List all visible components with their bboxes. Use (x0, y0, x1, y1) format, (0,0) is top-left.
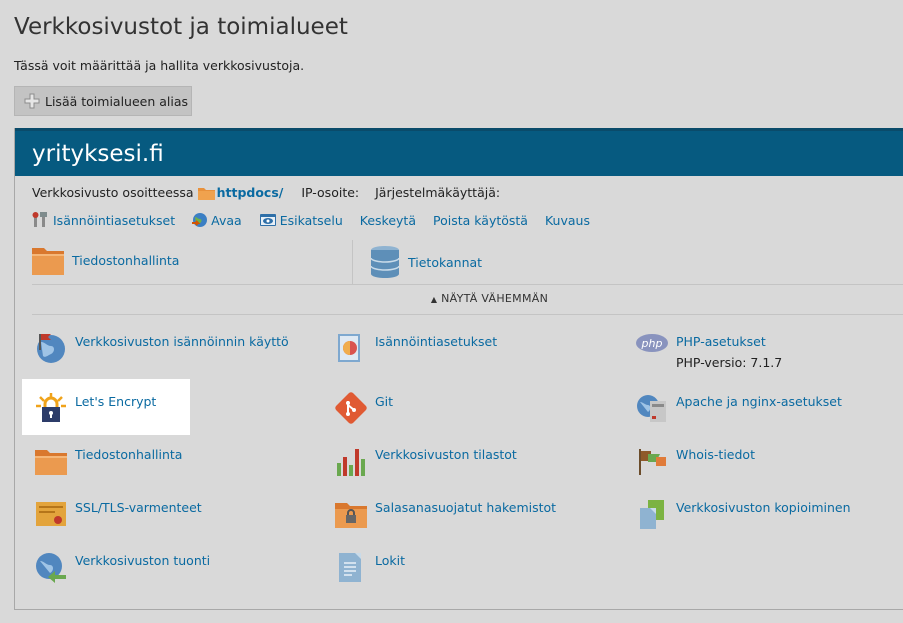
tool-statistics[interactable]: Verkkosivuston tilastot (335, 445, 517, 477)
page-description: Tässä voit määrittää ja hallita verkkosi… (14, 58, 305, 73)
site-at-label: Verkkosivusto osoitteessa (32, 185, 194, 200)
tool-whois[interactable]: Whois-tiedot (636, 445, 755, 477)
whois-flags-icon (639, 449, 666, 475)
ip-address-label: IP-osoite: (301, 185, 360, 200)
tool-logs[interactable]: Lokit (335, 551, 405, 583)
tool-php-settings[interactable]: php PHP-asetukset PHP-versio: 7.1.7 (636, 332, 782, 370)
action-description[interactable]: Kuvaus (545, 213, 590, 228)
tool-import-site[interactable]: Verkkosivuston tuonti (35, 551, 210, 583)
certificate-icon (36, 502, 66, 526)
folder-icon (35, 450, 67, 475)
toggle-divider (32, 314, 903, 315)
quick-databases[interactable]: Tietokannat (370, 245, 482, 279)
database-icon (370, 246, 400, 278)
plus-icon (24, 93, 40, 109)
git-icon (335, 392, 367, 424)
quick-access-row: Tiedostonhallinta Tietokannat (32, 240, 903, 285)
locked-folder-icon (335, 503, 367, 528)
domain-panel: yrityksesi.fi Verkkosivusto osoitteessa … (14, 128, 903, 610)
add-domain-alias-button[interactable]: Lisää toimialueen alias (14, 86, 192, 116)
svg-text:php: php (641, 337, 663, 350)
system-user-label: Järjestelmäkäyttäjä: (375, 185, 501, 200)
httpdocs-link[interactable]: httpdocs/ (217, 185, 284, 200)
bar-chart-icon (337, 449, 365, 476)
globe-open-icon (192, 213, 208, 227)
chevron-up-icon: ▲ (430, 295, 438, 304)
action-suspend[interactable]: Keskeytä (360, 213, 416, 228)
tool-git[interactable]: Git (335, 392, 393, 424)
action-preview[interactable]: Esikatselu (259, 212, 343, 228)
php-version: PHP-versio: 7.1.7 (676, 355, 783, 370)
tool-protected-dirs[interactable]: Salasanasuojatut hakemistot (335, 498, 556, 530)
tool-hosting-settings[interactable]: Isännöintiasetukset (335, 332, 497, 364)
quick-file-manager[interactable]: Tiedostonhallinta (32, 245, 179, 275)
tool-lets-encrypt[interactable]: Let's Encrypt (21, 379, 191, 435)
hosting-settings-icon (338, 334, 360, 362)
domain-name: yrityksesi.fi (32, 140, 164, 167)
action-open[interactable]: Avaa (192, 212, 242, 228)
show-less-toggle[interactable]: ▲ NÄYTÄ VÄHEMMÄN (15, 292, 903, 305)
preview-eye-icon (259, 214, 276, 226)
php-icon: php (636, 334, 668, 352)
folder-icon (197, 187, 215, 200)
site-action-row: Isännöintiasetukset Avaa Esikatselu Kesk… (32, 212, 590, 228)
globe-flag-icon (37, 334, 65, 363)
tool-copy-site[interactable]: Verkkosivuston kopioiminen (636, 498, 851, 530)
folder-icon (32, 248, 64, 275)
tool-ssl-tls[interactable]: SSL/TLS-varmenteet (35, 498, 202, 530)
action-disable[interactable]: Poista käytöstä (433, 213, 528, 228)
copy-docs-icon (640, 500, 664, 529)
action-hosting-settings[interactable]: Isännöintiasetukset (32, 212, 175, 228)
site-info-line: Verkkosivusto osoitteessa httpdocs/ IP-o… (32, 185, 500, 200)
tool-file-manager[interactable]: Tiedostonhallinta (35, 445, 182, 477)
wrench-icon (32, 212, 47, 227)
tool-apache-nginx[interactable]: Apache ja nginx-asetukset (636, 392, 842, 424)
log-file-icon (339, 553, 361, 582)
add-domain-alias-label: Lisää toimialueen alias (45, 93, 189, 109)
lets-encrypt-icon (36, 393, 66, 422)
globe-import-icon (36, 553, 66, 583)
apache-nginx-icon (637, 395, 666, 422)
domain-header: yrityksesi.fi (15, 128, 903, 176)
page-title: Verkkosivustot ja toimialueet (14, 14, 348, 40)
tool-hosting-usage[interactable]: Verkkosivuston isännöinnin käyttö (35, 332, 289, 364)
quick-divider (352, 240, 353, 284)
